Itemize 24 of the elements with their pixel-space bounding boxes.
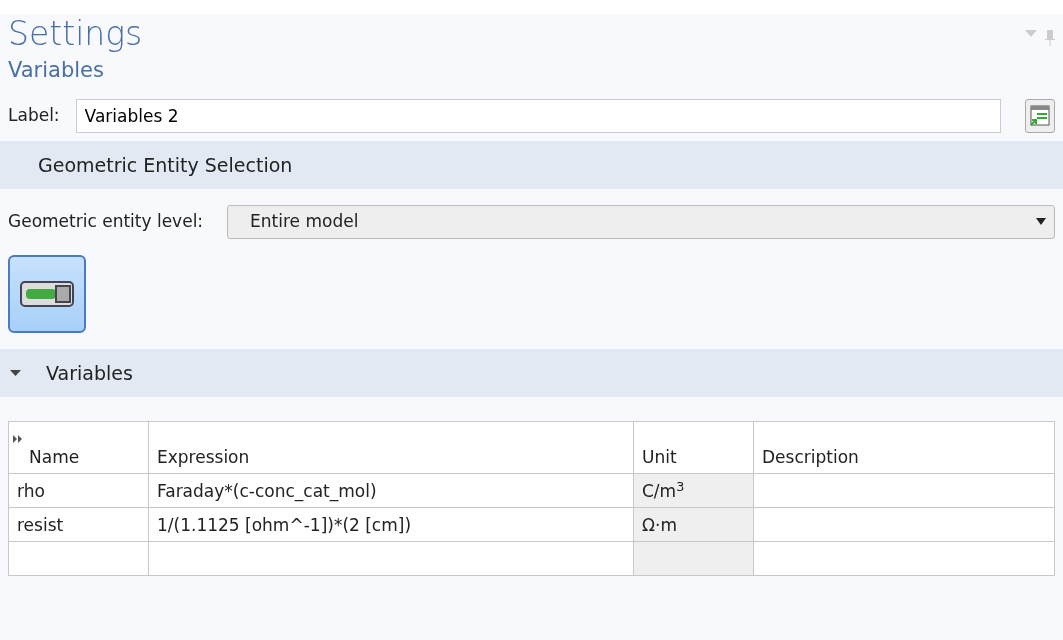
column-header: Description (753, 421, 1055, 474)
column-header: Name (29, 447, 80, 468)
column-header: Unit (633, 421, 754, 474)
entity-level-dropdown[interactable]: Entire model (227, 204, 1055, 239)
table-cell: resist (8, 507, 149, 542)
label-field[interactable]: Variables 2 (75, 98, 1001, 133)
window-icon (1029, 104, 1051, 127)
active-toggle-button[interactable] (8, 254, 86, 333)
table-cell: 1/(1.1125 [ohm^-1])*(2 [cm]) (148, 507, 634, 542)
panel-subtitle: Variables (8, 57, 105, 83)
level-caption: Geometric entity level: (8, 210, 204, 234)
column-header: Expression (148, 421, 634, 474)
expand-all-icon[interactable] (13, 435, 23, 444)
table-cell: Ω·m (633, 507, 754, 542)
show-description-button[interactable] (1025, 98, 1055, 133)
toggle-icon (18, 278, 76, 309)
label-caption: Label: (8, 104, 60, 128)
table-cell: C/m$^{3}$ (633, 473, 754, 508)
panel-title: Settings (8, 14, 143, 54)
table-cell: Faraday*(c-conc_cat_mol) (148, 473, 634, 508)
section-header: Variables (46, 360, 133, 386)
section-header: Geometric Entity Selection (37, 152, 293, 178)
expand-icon[interactable] (10, 367, 22, 378)
table-cell: rho (8, 473, 149, 508)
